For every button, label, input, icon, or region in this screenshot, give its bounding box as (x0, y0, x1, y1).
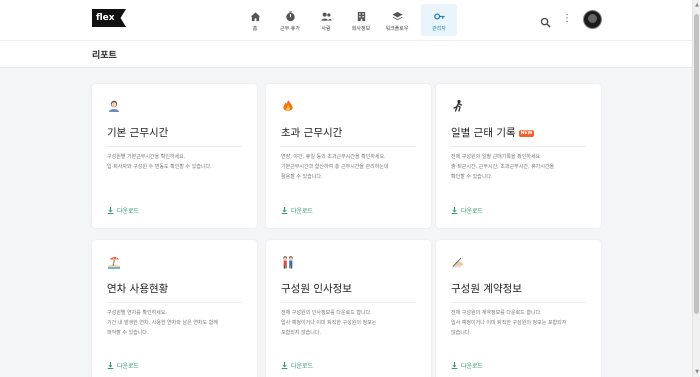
download-link[interactable]: 다운로드 (451, 362, 531, 372)
download-label: 다운로드 (461, 363, 484, 370)
download-icon (107, 207, 114, 214)
people-icon (308, 7, 344, 23)
card-description: 전체 구성원의 인사정보를 다운로드 합니다. 입사 예정이거나 이미 퇴직한 … (281, 310, 377, 336)
download-link[interactable]: 다운로드 (281, 207, 361, 217)
download-label: 다운로드 (117, 208, 140, 215)
nav-admin[interactable]: 관리자 (421, 4, 457, 36)
report-card-leave-usage[interactable]: 연차 사용현황 구성원별 연차를 확인하세요. 기간 내 발생한 연차, 사용한… (92, 240, 257, 377)
clock-icon (272, 7, 308, 23)
divider (451, 146, 586, 147)
nav-workflow[interactable]: 워크플로우 (379, 4, 415, 36)
flex-logo[interactable]: flex (92, 9, 126, 27)
nav-workflow-label: 워크플로우 (385, 26, 409, 32)
card-description: 구성원별 연차를 확인하세요. 기간 내 발생한 연차, 사용한 연차와 남은 … (107, 310, 218, 336)
nav-people[interactable]: 사람 (308, 4, 344, 36)
top-navigation-bar: flex 홈 근무·휴가 사람 회사정보 워크플로우 관리자 ⋮ (0, 0, 692, 40)
nav-home[interactable]: 홈 (237, 4, 273, 36)
nav-company-info[interactable]: 회사정보 (343, 4, 379, 36)
report-card-basic-hours[interactable]: 기본 근무시간 구성원별 기본근무시간을 확인하세요. 입·퇴사자와 구성원 수… (92, 84, 257, 228)
nav-work-leave[interactable]: 근무·휴가 (272, 4, 308, 36)
stack-icon (379, 7, 415, 23)
nav-admin-label: 관리자 (432, 26, 446, 32)
scroll-down-arrow-icon[interactable]: ▼ (694, 369, 700, 375)
avatar[interactable] (583, 10, 602, 29)
download-link[interactable]: 다운로드 (107, 207, 187, 217)
divider (107, 302, 242, 303)
card-title: 초과 근무시간 (281, 127, 343, 139)
beach-emoji-icon (107, 254, 121, 269)
download-link[interactable]: 다운로드 (451, 207, 531, 217)
card-title: 연차 사용현황 (107, 283, 169, 295)
people-emoji-icon (281, 254, 295, 269)
report-card-overtime[interactable]: 초과 근무시간 연장, 야간, 휴일 등의 초과근무시간을 확인하세요. 기본근… (266, 84, 431, 228)
report-card-contract-info[interactable]: 구성원 계약정보 전체 구성원의 계약정보를 다운로드 합니다. 입사 예정이거… (436, 240, 601, 377)
download-icon (107, 362, 114, 369)
page-scrollbar[interactable]: ▲ ▼ (692, 0, 700, 377)
card-description: 구성원별 기본근무시간을 확인하세요. 입·퇴사자와 구성원 수 변동도 확인할… (107, 154, 212, 170)
key-icon (421, 7, 457, 23)
card-title: 일별 근태 기록 NEW (451, 125, 535, 140)
card-description: 전체 구성원의 일별 근태기록을 확인하세요. 출·퇴근시간, 근무시간, 초과… (451, 154, 555, 180)
download-icon (451, 362, 458, 369)
home-icon (237, 7, 273, 23)
runner-emoji-icon (451, 98, 465, 112)
download-label: 다운로드 (461, 208, 484, 215)
scroll-thumb[interactable] (694, 14, 699, 314)
divider (451, 302, 586, 303)
new-badge: NEW (518, 130, 535, 137)
download-label: 다운로드 (291, 363, 314, 370)
person-emoji-icon (107, 98, 121, 112)
nav-work-leave-label: 근무·휴가 (280, 26, 300, 32)
fire-emoji-icon (281, 98, 295, 112)
nav-company-info-label: 회사정보 (351, 26, 371, 32)
nav-home-label: 홈 (252, 26, 258, 32)
writing-hand-emoji-icon (451, 254, 465, 268)
card-title-text: 일별 근태 기록 (451, 127, 516, 139)
card-title: 기본 근무시간 (107, 127, 169, 139)
nav-people-label: 사람 (321, 26, 331, 32)
download-link[interactable]: 다운로드 (281, 362, 361, 372)
download-icon (281, 362, 288, 369)
report-card-daily-attendance[interactable]: 일별 근태 기록 NEW 전체 구성원의 일별 근태기록을 확인하세요. 출·퇴근… (436, 84, 601, 228)
download-icon (451, 207, 458, 214)
download-link[interactable]: 다운로드 (107, 362, 187, 372)
page-header: 리포트 (0, 40, 692, 68)
search-icon[interactable] (540, 13, 551, 28)
page-title: 리포트 (92, 51, 117, 61)
card-title: 구성원 인사정보 (281, 283, 352, 295)
divider (281, 302, 416, 303)
scroll-up-arrow-icon[interactable]: ▲ (694, 2, 700, 8)
card-description: 연장, 야간, 휴일 등의 초과근무시간을 확인하세요. 기본근무시간과 합산하… (281, 154, 389, 180)
download-label: 다운로드 (117, 363, 140, 370)
card-description: 전체 구성원의 계약정보를 다운로드 합니다. 입사 예정이거나 이미 퇴직한 … (451, 310, 567, 336)
download-label: 다운로드 (291, 208, 314, 215)
divider (281, 146, 416, 147)
report-card-personnel-info[interactable]: 구성원 인사정보 전체 구성원의 인사정보를 다운로드 합니다. 입사 예정이거… (266, 240, 431, 377)
building-icon (343, 7, 379, 23)
divider (107, 146, 242, 147)
more-options-icon[interactable]: ⋮ (562, 12, 572, 25)
download-icon (281, 207, 288, 214)
card-title: 구성원 계약정보 (451, 283, 522, 295)
